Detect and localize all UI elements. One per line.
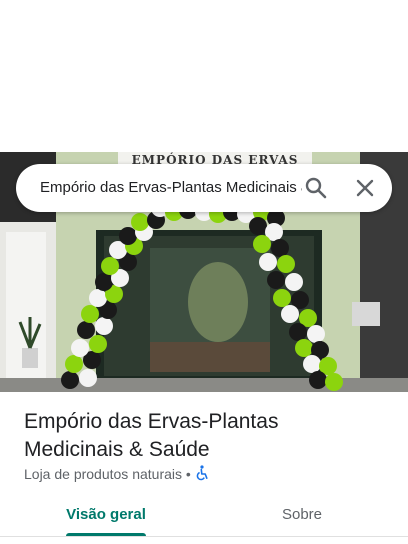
place-title-line1: Empório das Ervas-Plantas — [24, 410, 279, 433]
place-category-row: Loja de produtos naturais • — [24, 464, 209, 484]
place-title-line2: Medicinais & Saúde — [24, 438, 210, 461]
place-tabs: Visão geral Sobre — [0, 494, 408, 536]
search-icon — [305, 177, 327, 199]
place-info-panel: Empório das Ervas-Plantas Medicinais & S… — [0, 392, 408, 544]
tab-about[interactable]: Sobre — [236, 494, 368, 536]
wheelchair-icon — [196, 465, 208, 481]
category-separator: • — [185, 466, 191, 482]
place-title: Empório das Ervas-Plantas Medicinais & S… — [24, 408, 384, 464]
place-category: Loja de produtos naturais — [24, 466, 182, 482]
search-button[interactable] — [302, 174, 330, 202]
search-input[interactable]: Empório das Ervas-Plantas Medicinais & S… — [40, 164, 302, 212]
map-blank-area — [0, 0, 408, 152]
clear-search-button[interactable] — [351, 174, 379, 202]
tabs-divider — [0, 536, 408, 537]
tab-overview[interactable]: Visão geral — [40, 494, 172, 536]
close-icon — [356, 179, 374, 197]
search-bar[interactable]: Empório das Ervas-Plantas Medicinais & S… — [16, 164, 392, 212]
